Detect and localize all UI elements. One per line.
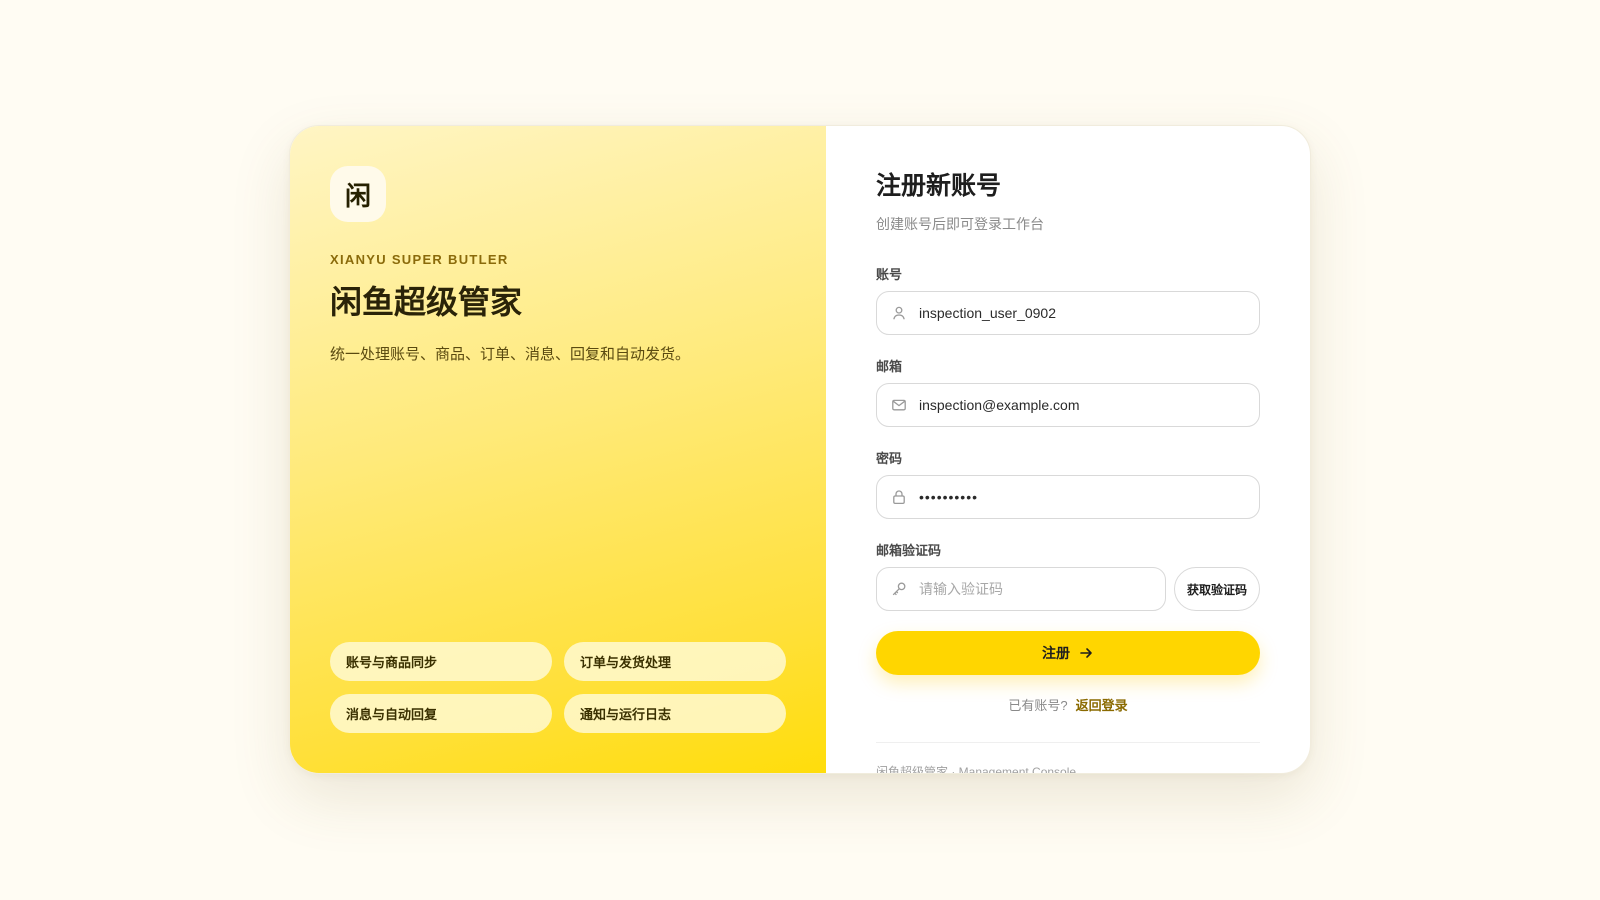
username-label: 账号 [876,267,903,282]
get-code-button[interactable]: 获取验证码 [1174,567,1260,611]
feature-chip: 通知与运行日志 [564,694,786,733]
email-label: 邮箱 [876,359,903,374]
username-field[interactable] [876,291,1260,335]
mail-icon [892,399,906,411]
brand-panel: 闲 XIANYU SUPER BUTLER 闲鱼超级管家 统一处理账号、商品、订… [290,126,826,773]
switch-prompt: 已有账号? [1008,698,1068,713]
brand-title: 闲鱼超级管家 [330,284,523,320]
divider [876,742,1260,743]
code-field[interactable] [876,567,1166,611]
register-card: 闲 XIANYU SUPER BUTLER 闲鱼超级管家 统一处理账号、商品、订… [289,125,1311,774]
arrow-right-icon [1080,648,1092,658]
email-input[interactable] [919,397,1245,413]
form-subtitle: 创建账号后即可登录工作台 [876,216,1044,232]
password-input[interactable] [919,489,1245,505]
feature-list: 账号与商品同步 订单与发货处理 消息与自动回复 通知与运行日志 [330,642,786,733]
feature-chip: 消息与自动回复 [330,694,552,733]
code-label: 邮箱验证码 [876,543,942,558]
user-icon [893,306,905,320]
brand-eyebrow: XIANYU SUPER BUTLER [330,252,509,267]
back-to-login-link[interactable]: 返回登录 [1076,698,1128,713]
code-input[interactable] [919,581,1151,597]
username-input[interactable] [919,305,1245,321]
register-form-panel: 注册新账号 创建账号后即可登录工作台 账号 邮箱 密码 邮 [826,126,1310,773]
login-switch: 已有账号? 返回登录 [876,695,1260,714]
feature-chip: 订单与发货处理 [564,642,786,681]
password-label: 密码 [876,451,903,466]
register-button[interactable]: 注册 [876,631,1260,675]
lock-icon [893,490,905,505]
register-button-label: 注册 [1042,645,1070,661]
password-field[interactable] [876,475,1260,519]
footer-text: 闲鱼超级管家 · Management Console [876,765,1077,774]
email-field[interactable] [876,383,1260,427]
brand-logo: 闲 [330,166,386,222]
key-icon [892,582,906,596]
form-title: 注册新账号 [876,172,1002,200]
brand-description: 统一处理账号、商品、订单、消息、回复和自动发货。 [330,346,691,363]
feature-chip: 账号与商品同步 [330,642,552,681]
code-row: 获取验证码 [876,567,1260,611]
